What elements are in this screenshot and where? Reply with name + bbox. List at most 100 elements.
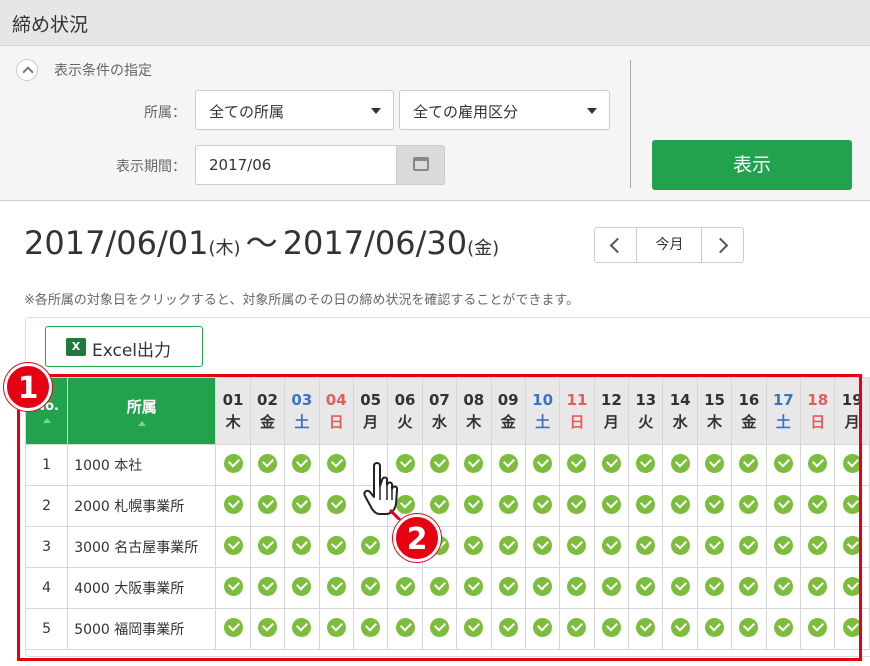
day-cell[interactable] [559,526,595,568]
day-cell[interactable] [490,444,526,486]
show-button[interactable]: 表示 [652,140,852,190]
day-cell[interactable] [800,526,836,568]
day-cell[interactable] [524,526,561,568]
day-cell[interactable] [628,526,664,568]
day-cell[interactable] [731,567,767,609]
day-cell[interactable] [628,485,664,527]
day-cell[interactable] [559,485,595,527]
day-cell[interactable] [662,526,698,568]
day-cell[interactable] [765,526,802,568]
day-cell[interactable] [524,444,561,486]
day-cell[interactable] [731,526,767,568]
day-cell[interactable] [800,608,836,650]
day-cell[interactable] [696,444,733,486]
day-cell[interactable] [284,444,320,486]
day-cell[interactable] [765,444,802,486]
day-cell[interactable] [696,485,733,527]
dept-select[interactable]: 全ての所属 [195,90,394,130]
day-cell[interactable] [456,526,492,568]
day-cell[interactable] [284,526,320,568]
day-cell[interactable] [318,567,354,609]
day-cell[interactable] [524,485,561,527]
day-cell[interactable] [249,567,286,609]
day-cell[interactable] [215,526,251,568]
day-cell[interactable] [387,567,423,609]
day-cell[interactable] [387,608,423,650]
day-cell[interactable] [662,608,698,650]
day-cell[interactable] [215,485,251,527]
day-cell[interactable] [421,444,458,486]
day-cell[interactable] [765,485,802,527]
next-month-chevron-icon[interactable] [701,228,743,262]
day-cell[interactable] [628,608,664,650]
day-cell[interactable] [593,608,630,650]
day-cell[interactable] [662,485,698,527]
day-cell[interactable] [628,444,664,486]
dept-column-header[interactable]: 所属 [67,377,217,445]
day-cell[interactable] [352,567,389,609]
day-cell[interactable] [593,444,630,486]
day-cell[interactable] [559,444,595,486]
day-cell[interactable] [352,608,389,650]
day-cell[interactable] [559,608,595,650]
day-cell[interactable] [456,444,492,486]
day-cell[interactable] [352,526,389,568]
day-cell[interactable] [249,444,286,486]
day-cell[interactable] [490,485,526,527]
day-cell[interactable] [318,444,354,486]
day-cell[interactable] [834,608,870,650]
day-cell[interactable] [662,444,698,486]
day-cell[interactable] [593,567,630,609]
day-cell[interactable] [800,567,836,609]
day-cell[interactable] [318,485,354,527]
calendar-button[interactable] [396,146,444,184]
this-month-button[interactable]: 今月 [638,228,701,262]
day-cell[interactable] [421,567,458,609]
day-cell[interactable] [318,526,354,568]
day-cell[interactable] [800,444,836,486]
day-cell[interactable] [456,567,492,609]
day-cell[interactable] [731,485,767,527]
day-cell[interactable] [490,608,526,650]
day-cell[interactable] [456,608,492,650]
day-cell[interactable] [662,567,698,609]
day-cell[interactable] [731,444,767,486]
day-cell[interactable] [284,567,320,609]
day-cell[interactable] [215,608,251,650]
day-cell[interactable] [318,608,354,650]
day-cell[interactable] [249,526,286,568]
day-cell[interactable] [834,444,870,486]
day-cell[interactable] [765,608,802,650]
day-cell[interactable] [696,608,733,650]
day-cell[interactable] [628,567,664,609]
day-cell[interactable] [696,567,733,609]
day-cell[interactable] [215,567,251,609]
day-cell[interactable] [456,485,492,527]
day-cell[interactable] [834,526,870,568]
day-cell[interactable] [800,485,836,527]
day-cell[interactable] [284,608,320,650]
day-cell[interactable] [284,485,320,527]
day-cell[interactable] [593,526,630,568]
day-cell[interactable] [490,567,526,609]
day-cell[interactable] [249,485,286,527]
prev-month-chevron-icon[interactable] [595,228,637,262]
day-cell[interactable] [834,485,870,527]
period-label: 表示期間： [116,159,186,175]
day-cell[interactable] [765,567,802,609]
day-cell[interactable] [834,567,870,609]
day-cell[interactable] [490,526,526,568]
day-cell[interactable] [249,608,286,650]
day-cell[interactable] [524,608,561,650]
day-cell[interactable] [731,608,767,650]
day-cell[interactable] [559,567,595,609]
employment-select[interactable]: 全ての雇用区分 [399,90,610,130]
excel-export-button[interactable]: X Excel出力 [45,326,203,367]
day-cell[interactable] [524,567,561,609]
day-cell[interactable] [593,485,630,527]
collapse-chevron-icon[interactable] [16,59,38,81]
day-cell[interactable] [696,526,733,568]
day-cell[interactable] [421,608,458,650]
period-input[interactable]: 2017/06 [195,145,445,185]
day-cell[interactable] [215,444,251,486]
